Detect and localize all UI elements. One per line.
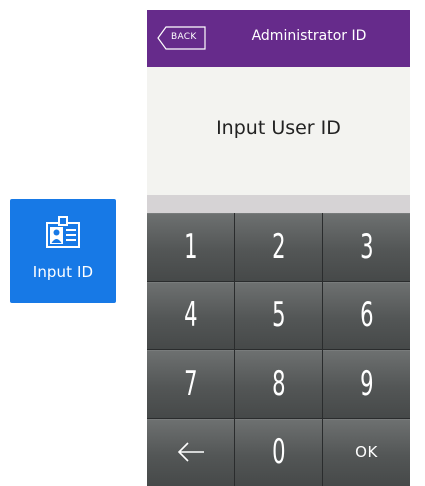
- key-1[interactable]: 1: [147, 213, 234, 281]
- phone-panel: BACK Administrator ID Input User ID 1 2 …: [147, 10, 410, 486]
- prompt-area: Input User ID: [147, 67, 410, 195]
- id-card-icon: [46, 216, 80, 248]
- key-1-label: 1: [183, 226, 198, 267]
- key-7[interactable]: 7: [147, 350, 234, 418]
- prompt-text: Input User ID: [216, 117, 341, 139]
- key-9-label: 9: [359, 363, 374, 404]
- key-5[interactable]: 5: [235, 281, 322, 349]
- key-4[interactable]: 4: [147, 281, 234, 349]
- key-6[interactable]: 6: [323, 281, 410, 349]
- numeric-keypad: 1 2 3 4 5 6 7 8 9 0 OK: [147, 213, 410, 486]
- input-divider: [147, 195, 410, 213]
- key-3[interactable]: 3: [323, 213, 410, 281]
- key-9[interactable]: 9: [323, 350, 410, 418]
- title-bar: BACK Administrator ID: [147, 10, 410, 67]
- arrow-left-icon: [177, 442, 204, 462]
- backspace-key[interactable]: [147, 418, 234, 486]
- screen: Input ID BACK Administrator ID Input Use…: [0, 0, 425, 486]
- key-4-label: 4: [183, 295, 198, 336]
- key-2[interactable]: 2: [235, 213, 322, 281]
- page-title: Administrator ID: [251, 28, 367, 44]
- input-id-label: Input ID: [32, 263, 94, 281]
- key-2-label: 2: [271, 226, 286, 267]
- back-button-label: BACK: [171, 32, 197, 42]
- key-3-label: 3: [359, 226, 374, 267]
- back-button[interactable]: BACK: [157, 26, 207, 50]
- key-7-label: 7: [183, 363, 198, 404]
- ok-key-label: OK: [355, 443, 378, 462]
- key-8[interactable]: 8: [235, 350, 322, 418]
- key-8-label: 8: [271, 363, 286, 404]
- key-0[interactable]: 0: [235, 418, 322, 486]
- ok-key[interactable]: OK: [323, 418, 410, 486]
- key-0-label: 0: [271, 432, 286, 473]
- input-id-tile[interactable]: Input ID: [10, 199, 116, 303]
- key-6-label: 6: [359, 295, 374, 336]
- key-5-label: 5: [271, 295, 286, 336]
